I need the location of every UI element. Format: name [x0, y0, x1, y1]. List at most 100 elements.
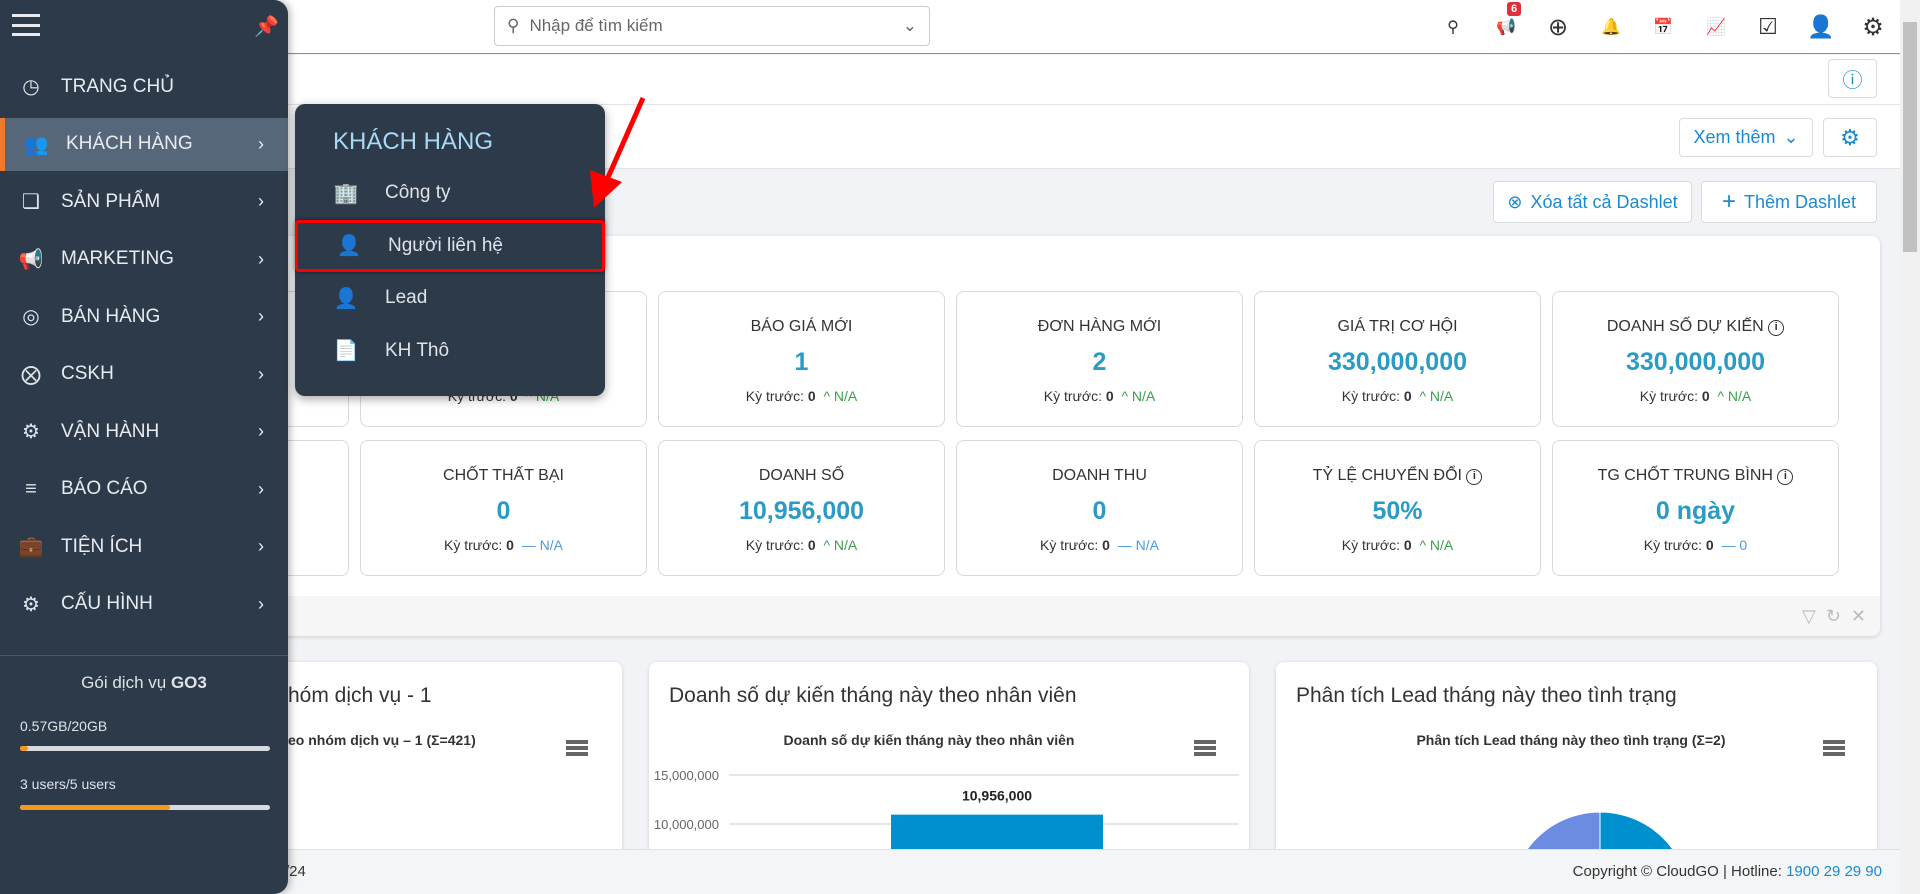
add-dashlet-label: Thêm Dashlet [1743, 191, 1857, 212]
sidebar-item[interactable]: ⚙ CẤU HÌNH › [0, 578, 288, 631]
gear-icon[interactable]: ⚙ [1858, 12, 1888, 42]
sidebar-item-label: VẬN HÀNH [61, 420, 160, 442]
kpi-change: N/A [1727, 388, 1752, 404]
kpi-value: 10,956,000 [738, 497, 865, 525]
contact-person-icon: 👤 [336, 235, 362, 257]
user-icon[interactable]: 👤 [1806, 12, 1836, 42]
settings-button[interactable]: ⚙ [1823, 118, 1877, 157]
kpi-change: N/A [833, 388, 858, 404]
pin-icon[interactable]: 📌 [254, 14, 279, 39]
kpi-value: 2 [1092, 348, 1107, 376]
kpi-value: 50% [1372, 497, 1423, 525]
submenu-item[interactable]: 👤 Lead [295, 272, 605, 324]
kpi-value: 1 [794, 348, 809, 376]
kpi-card: DOANH SỐ 10,956,000 Kỳ trước: 0 ^ N/A [658, 440, 945, 576]
chart-menu-icon[interactable] [566, 740, 588, 756]
kpi-title: DOANH SỐ DỰ KIẾN [1606, 318, 1764, 335]
submenu-item[interactable]: 🏢 Công ty [295, 167, 605, 219]
sidebar-item[interactable]: ❏ SẢN PHẨM › [0, 175, 288, 228]
kpi-title: TỶ LỆ CHUYỂN ĐỔI [1312, 467, 1462, 484]
kpi-change: N/A [539, 537, 563, 553]
sidebar-item[interactable]: 👥 KHÁCH HÀNG › [0, 117, 288, 171]
kpi-change: N/A [833, 537, 858, 553]
scrollbar-thumb[interactable] [1903, 22, 1917, 252]
checkbox-icon[interactable]: ☑ [1753, 12, 1783, 42]
kpi-title: CHỐT THẤT BẠI [443, 467, 564, 484]
hotline-link[interactable]: 1900 29 29 90 [1786, 863, 1882, 880]
trend-up-icon: ^ [1121, 388, 1129, 404]
chevron-right-icon: › [258, 248, 264, 269]
refresh-icon[interactable]: ↻ [1826, 606, 1841, 627]
kpi-change: N/A [1135, 537, 1159, 553]
kpi-value: 0 [1092, 497, 1107, 525]
bell-icon[interactable]: 🔔 [1596, 12, 1626, 42]
users-usage: 3 users/5 users [20, 776, 116, 792]
clear-dashlets-button[interactable]: ⊗ Xóa tất cả Dashlet [1493, 181, 1692, 223]
dashlet-footer: ▽ ↻ ✕ [40, 596, 1880, 636]
kpi-title: DOANH THU [1052, 467, 1147, 484]
storage-usage: 0.57GB/20GB [20, 718, 108, 734]
kpi-prev-label: Kỳ trước: [1639, 388, 1698, 404]
sidebar-item-label: BÁO CÁO [61, 478, 148, 499]
close-circle-icon: ⊗ [1507, 191, 1523, 212]
kpi-prev-value: 0 [1105, 388, 1114, 404]
chevron-down-icon[interactable]: ⌄ [903, 16, 917, 36]
sidebar-item[interactable]: 💼 TIỆN ÍCH › [0, 520, 288, 573]
submenu-item[interactable]: 👤 Người liên hệ [295, 219, 605, 272]
help-icon: ⓘ [1842, 70, 1863, 92]
trend-up-icon: ^ [1419, 537, 1427, 553]
hamburger-menu-icon[interactable] [12, 14, 40, 36]
calendar-icon[interactable]: 📅 [1648, 12, 1678, 42]
sidebar-item[interactable]: ◎ BÁN HÀNG › [0, 290, 288, 343]
kpi-card: TG CHỐT TRUNG BÌNH i 0 ngày Kỳ trước: 0 … [1552, 440, 1839, 576]
search-placeholder: Nhập để tìm kiếm [529, 16, 663, 35]
info-icon[interactable]: i [1768, 320, 1785, 336]
help-button[interactable]: ⓘ [1828, 59, 1877, 98]
trend-flat-icon: — [1117, 537, 1132, 553]
chevron-right-icon: › [258, 363, 264, 384]
dashboard-icon: ◷ [22, 76, 40, 98]
contact-file-icon: 📄 [333, 340, 359, 362]
sidebar-item[interactable]: ≡ BÁO CÁO › [0, 463, 288, 516]
sidebar-item[interactable]: 📢 MARKETING › [0, 233, 288, 286]
divider [0, 655, 288, 656]
megaphone-icon[interactable]: 📢 6 [1491, 2, 1522, 42]
submenu-title: KHÁCH HÀNG [333, 128, 494, 155]
plan-info: Gói dịch vụ GO3 [0, 673, 288, 693]
kpi-prev-value: 0 [1102, 537, 1110, 553]
search-input[interactable]: ⚲ Nhập để tìm kiếm ⌄ [494, 6, 930, 46]
kpi-prev-label: Kỳ trước: [1643, 537, 1703, 553]
chart-heading: hóm dịch vụ - 1 [288, 684, 432, 707]
users-progress-fill [20, 805, 170, 810]
info-icon[interactable]: i [1466, 469, 1483, 485]
users-progress [20, 805, 270, 810]
sidebar-item[interactable]: ⨂ CSKH › [0, 348, 288, 401]
kpi-card: GIÁ TRỊ CƠ HỘI 330,000,000 Kỳ trước: 0 ^… [1254, 291, 1541, 427]
submenu-item[interactable]: 📄 KH Thô [295, 325, 605, 377]
gear-icon: ⚙ [1840, 124, 1860, 150]
trend-up-icon: ^ [1419, 388, 1427, 404]
kpi-card: DOANH SỐ DỰ KIẾN i 330,000,000 Kỳ trước:… [1552, 291, 1839, 427]
storage-progress [20, 746, 270, 751]
sidebar-item[interactable]: ◷ TRANG CHỦ [0, 60, 288, 113]
kpi-prev-value: 0 [1705, 537, 1714, 553]
filter-icon[interactable]: ▽ [1802, 606, 1816, 627]
scrollbar[interactable] [1900, 0, 1920, 894]
data-label: 10,956,000 [962, 788, 1032, 804]
sidebar-item-label: CẤU HÌNH [61, 593, 153, 614]
sidebar-item[interactable]: ⚙ VẬN HÀNH › [0, 405, 288, 458]
hotline-label: Hotline: [1731, 863, 1782, 880]
sidebar: 📌 ◷ TRANG CHỦ 👥 KHÁCH HÀNG › ❏ SẢN PHẨM … [0, 0, 288, 894]
kpi-title: BÁO GIÁ MỚI [750, 318, 853, 335]
map-pin-question-icon[interactable]: ⚲ [1438, 12, 1468, 42]
y-tick-label: 10,000,000 [654, 817, 719, 832]
close-icon[interactable]: ✕ [1851, 606, 1866, 627]
kpi-card: BÁO GIÁ MỚI 1 Kỳ trước: 0 ^ N/A [658, 291, 945, 427]
xem-them-dropdown[interactable]: Xem thêm ⌄ [1679, 118, 1813, 157]
kpi-card: DOANH THU 0 Kỳ trước: 0 — N/A [956, 440, 1243, 576]
chart-icon[interactable]: 📈 [1701, 12, 1731, 42]
info-icon[interactable]: i [1777, 469, 1794, 485]
add-dashlet-button[interactable]: + Thêm Dashlet [1701, 181, 1877, 223]
target-icon: ◎ [22, 306, 40, 328]
plus-circle-icon[interactable]: ⊕ [1543, 12, 1573, 42]
